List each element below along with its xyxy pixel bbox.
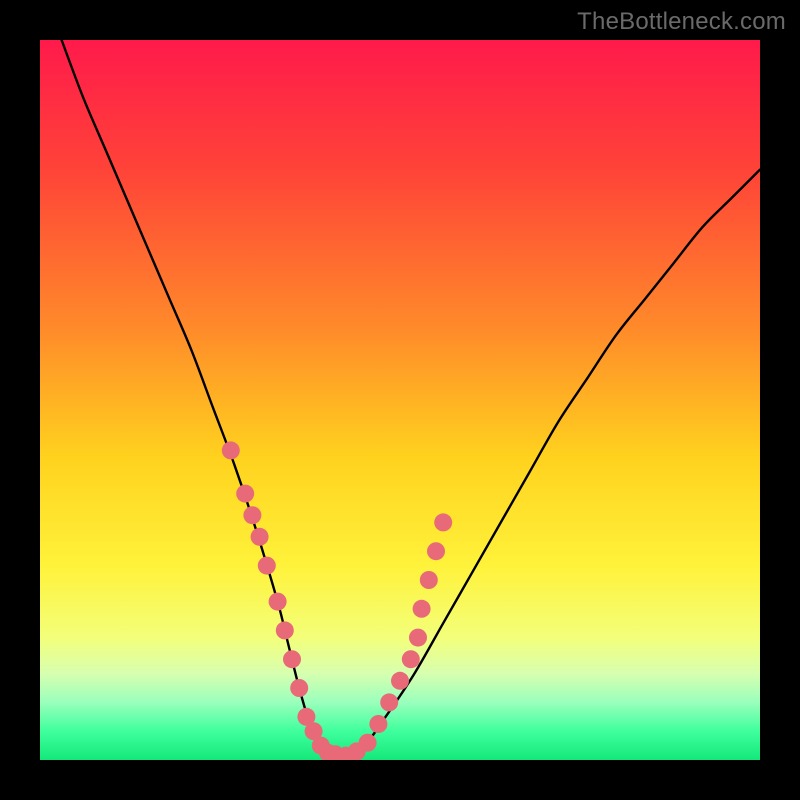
marker-dot: [283, 650, 301, 668]
chart-frame: TheBottleneck.com: [0, 0, 800, 800]
marker-dot: [251, 528, 269, 546]
marker-dot: [269, 593, 287, 611]
marker-dot: [359, 734, 377, 752]
marker-dot: [409, 629, 427, 647]
marker-dot: [222, 441, 240, 459]
curve-markers: [222, 441, 452, 760]
marker-dot: [290, 679, 308, 697]
marker-dot: [276, 621, 294, 639]
marker-dot: [413, 600, 431, 618]
marker-dot: [369, 715, 387, 733]
marker-dot: [427, 542, 445, 560]
marker-dot: [420, 571, 438, 589]
plot-area: [40, 40, 760, 760]
curve-layer: [40, 40, 760, 760]
bottleneck-curve: [62, 40, 760, 756]
marker-dot: [402, 650, 420, 668]
marker-dot: [391, 672, 409, 690]
marker-dot: [434, 513, 452, 531]
marker-dot: [380, 693, 398, 711]
watermark-label: TheBottleneck.com: [577, 8, 786, 36]
marker-dot: [258, 557, 276, 575]
marker-dot: [243, 506, 261, 524]
marker-dot: [236, 485, 254, 503]
